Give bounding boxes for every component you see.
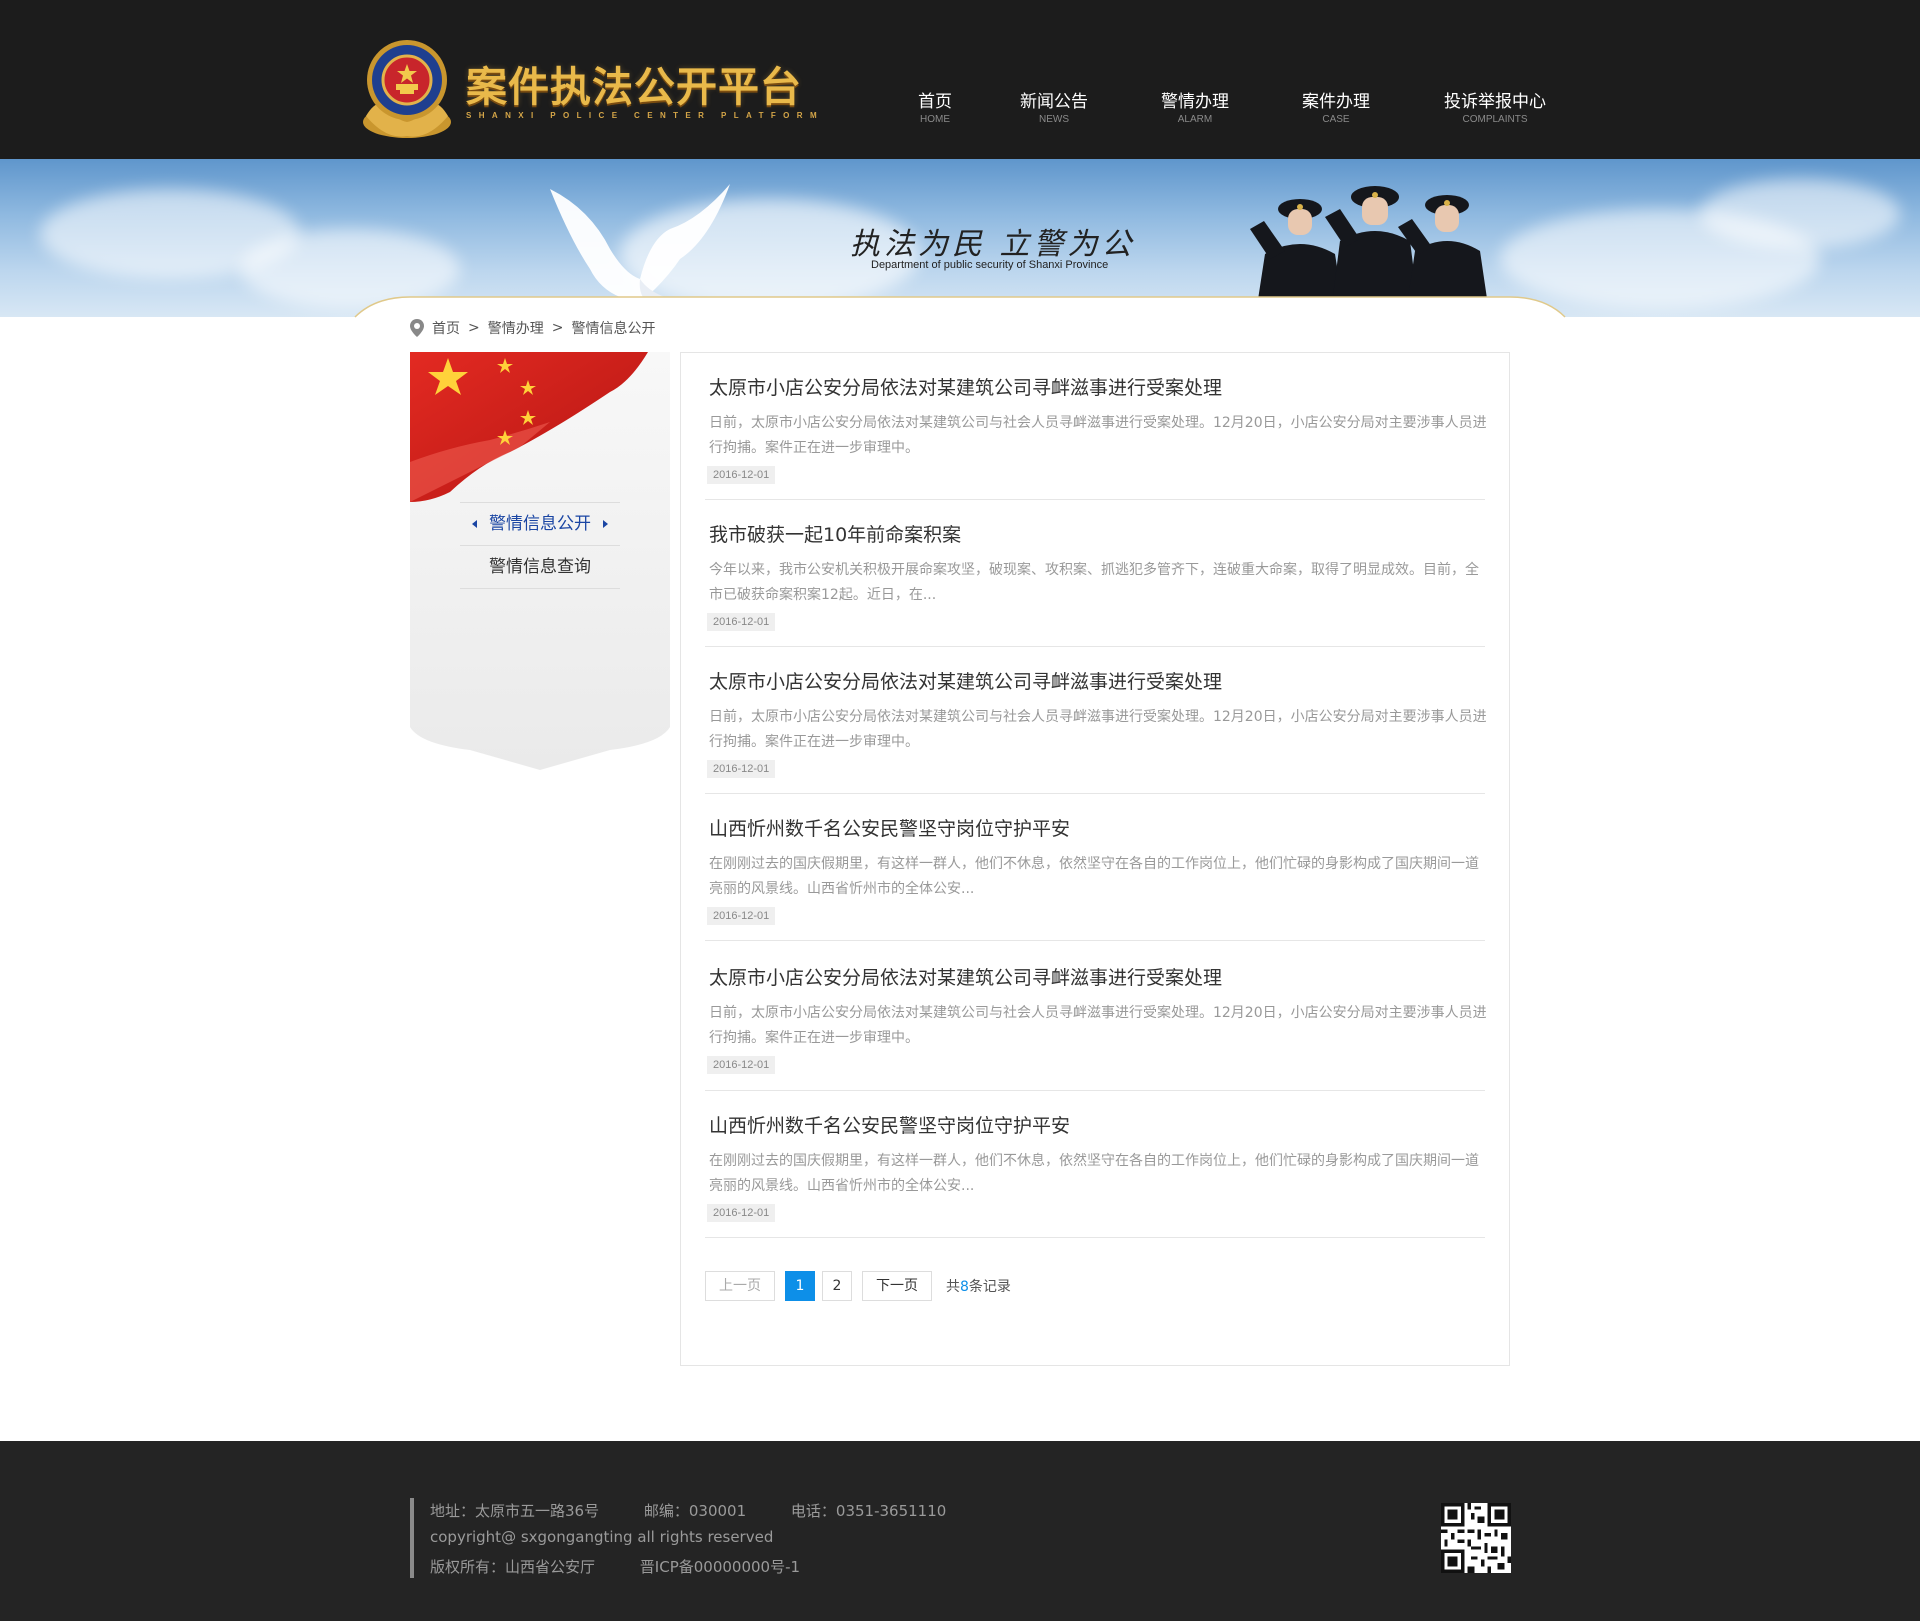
article-summary: 日前，太原市小店公安分局依法对某建筑公司与社会人员寻衅滋事进行受案处理。12月2…	[709, 709, 1487, 750]
article-date: 2016-12-01	[707, 760, 776, 778]
location-pin-icon	[410, 319, 424, 337]
nav-label: 新闻公告	[1020, 92, 1088, 112]
breadcrumb-separator: >	[468, 320, 480, 336]
list-item: 太原市小店公安分局依法对某建筑公司寻衅滋事进行受案处理 日前，太原市小店公安分局…	[705, 353, 1487, 500]
article-title-link[interactable]: 山西忻州数千名公安民警坚守岗位守护平安	[709, 814, 1070, 841]
nav-label: 案件办理	[1302, 92, 1370, 112]
banner-subtitle: Department of public security of Shanxi …	[871, 259, 1109, 271]
breadcrumb-home[interactable]: 首页	[432, 318, 460, 338]
footer-address: 地址：太原市五一路36号	[430, 1502, 600, 1520]
article-title-link[interactable]: 我市破获一起10年前命案积案	[709, 520, 961, 547]
footer-postcode: 邮编：030001	[643, 1502, 747, 1520]
footer-owner-line: 版权所有：山西省公安厅 晋ICP备00000000号-1	[430, 1556, 800, 1577]
article-list-panel: 太原市小店公安分局依法对某建筑公司寻衅滋事进行受案处理 日前，太原市小店公安分局…	[680, 352, 1510, 1366]
sidebar-item-label: 警情信息公开	[489, 514, 591, 534]
nav-label-en: HOME	[920, 114, 950, 125]
article-summary: 日前，太原市小店公安分局依法对某建筑公司与社会人员寻衅滋事进行受案处理。12月2…	[709, 1005, 1487, 1046]
list-item: 山西忻州数千名公安民警坚守岗位守护平安 在刚刚过去的国庆假期里，有这样一群人，他…	[705, 1091, 1485, 1238]
nav-label-en: COMPLAINTS	[1462, 114, 1528, 125]
dove-image	[550, 184, 730, 304]
article-title-link[interactable]: 太原市小店公安分局依法对某建筑公司寻衅滋事进行受案处理	[709, 667, 1222, 694]
arrow-right-icon	[603, 520, 608, 528]
footer-owner: 版权所有：山西省公安厅	[430, 1558, 596, 1576]
qr-code-image	[1441, 1503, 1511, 1573]
main-nav: 首页 HOME 新闻公告 NEWS 警情办理 ALARM 案件办理 CASE 投…	[0, 92, 1920, 132]
article-summary: 在刚刚过去的国庆假期里，有这样一群人，他们不休息，依然坚守在各自的工作岗位上，他…	[709, 1153, 1479, 1194]
list-item: 太原市小店公安分局依法对某建筑公司寻衅滋事进行受案处理 日前，太原市小店公安分局…	[705, 647, 1487, 794]
site-header: 案件执法公开平台 SHANXI POLICE CENTER PLATFORM 首…	[0, 0, 1920, 159]
breadcrumb: 首页 > 警情办理 > 警情信息公开	[410, 318, 655, 338]
page-2-button[interactable]: 2	[822, 1271, 852, 1301]
total-count: 8	[960, 1279, 969, 1295]
sidebar-item-alarm-public[interactable]: 警情信息公开	[460, 502, 620, 545]
article-summary: 在刚刚过去的国庆假期里，有这样一群人，他们不休息，依然坚守在各自的工作岗位上，他…	[709, 856, 1479, 897]
nav-label-en: CASE	[1322, 114, 1350, 125]
sidebar-menu: 警情信息公开 警情信息查询	[460, 502, 620, 589]
article-summary: 日前，太原市小店公安分局依法对某建筑公司与社会人员寻衅滋事进行受案处理。12月2…	[709, 415, 1487, 456]
nav-item-news[interactable]: 新闻公告 NEWS	[1020, 92, 1088, 127]
article-date: 2016-12-01	[707, 1056, 776, 1074]
list-item: 我市破获一起10年前命案积案 今年以来，我市公安机关积极开展命案攻坚，破现案、攻…	[705, 500, 1485, 647]
footer-icp[interactable]: 晋ICP备00000000号-1	[640, 1558, 800, 1576]
site-footer: 地址：太原市五一路36号 邮编：030001 电话：0351-3651110 c…	[0, 1441, 1920, 1621]
nav-item-home[interactable]: 首页 HOME	[918, 92, 952, 127]
total-suffix: 条记录	[968, 1279, 1011, 1295]
nav-label: 投诉举报中心	[1444, 92, 1546, 112]
total-records: 共8条记录	[946, 1276, 1011, 1296]
sidebar-item-label: 警情信息查询	[489, 557, 591, 577]
nav-label-en: NEWS	[1039, 114, 1069, 125]
article-date: 2016-12-01	[707, 907, 776, 925]
pagination: 上一页 1 2 下一页 共8条记录	[705, 1271, 1011, 1301]
article-date: 2016-12-01	[707, 466, 776, 484]
article-date: 2016-12-01	[707, 613, 776, 631]
sidebar: 警情信息公开 警情信息查询	[410, 352, 670, 770]
footer-contact-line: 地址：太原市五一路36号 邮编：030001 电话：0351-3651110	[430, 1500, 946, 1521]
next-page-button[interactable]: 下一页	[862, 1271, 932, 1301]
national-flag-image	[410, 352, 648, 502]
cloud-decoration	[1700, 179, 1900, 249]
article-title-link[interactable]: 太原市小店公安分局依法对某建筑公司寻衅滋事进行受案处理	[709, 373, 1222, 400]
sidebar-item-alarm-query[interactable]: 警情信息查询	[460, 545, 620, 588]
article-date: 2016-12-01	[707, 1204, 776, 1222]
nav-label: 警情办理	[1161, 92, 1229, 112]
nav-item-alarm[interactable]: 警情办理 ALARM	[1161, 92, 1229, 127]
article-title-link[interactable]: 山西忻州数千名公安民警坚守岗位守护平安	[709, 1111, 1070, 1138]
arrow-left-icon	[472, 520, 477, 528]
footer-phone: 电话：0351-3651110	[790, 1502, 947, 1520]
breadcrumb-current: 警情信息公开	[571, 321, 656, 337]
article-summary: 今年以来，我市公安机关积极开展命案攻坚，破现案、攻积案、抓逃犯多管齐下，连破重大…	[709, 562, 1479, 603]
nav-item-complaints[interactable]: 投诉举报中心 COMPLAINTS	[1444, 92, 1546, 127]
breadcrumb-separator: >	[551, 320, 564, 336]
nav-item-case[interactable]: 案件办理 CASE	[1302, 92, 1370, 127]
nav-label-en: ALARM	[1177, 114, 1213, 125]
banner-curve-divider	[0, 296, 1920, 325]
list-item: 太原市小店公安分局依法对某建筑公司寻衅滋事进行受案处理 日前，太原市小店公安分局…	[705, 941, 1487, 1091]
footer-accent-bar	[410, 1498, 414, 1578]
footer-copyright: copyright@ sxgongangting all rights rese…	[430, 1528, 774, 1546]
prev-page-button[interactable]: 上一页	[705, 1271, 775, 1301]
nav-label: 首页	[918, 92, 952, 112]
page-1-button[interactable]: 1	[785, 1271, 815, 1301]
article-title-link[interactable]: 太原市小店公安分局依法对某建筑公司寻衅滋事进行受案处理	[709, 963, 1222, 990]
list-item: 山西忻州数千名公安民警坚守岗位守护平安 在刚刚过去的国庆假期里，有这样一群人，他…	[705, 794, 1485, 941]
total-prefix: 共	[946, 1279, 960, 1295]
banner-slogan: 执法为民 立警为公	[850, 227, 1136, 262]
breadcrumb-alarm[interactable]: 警情办理	[488, 318, 544, 338]
